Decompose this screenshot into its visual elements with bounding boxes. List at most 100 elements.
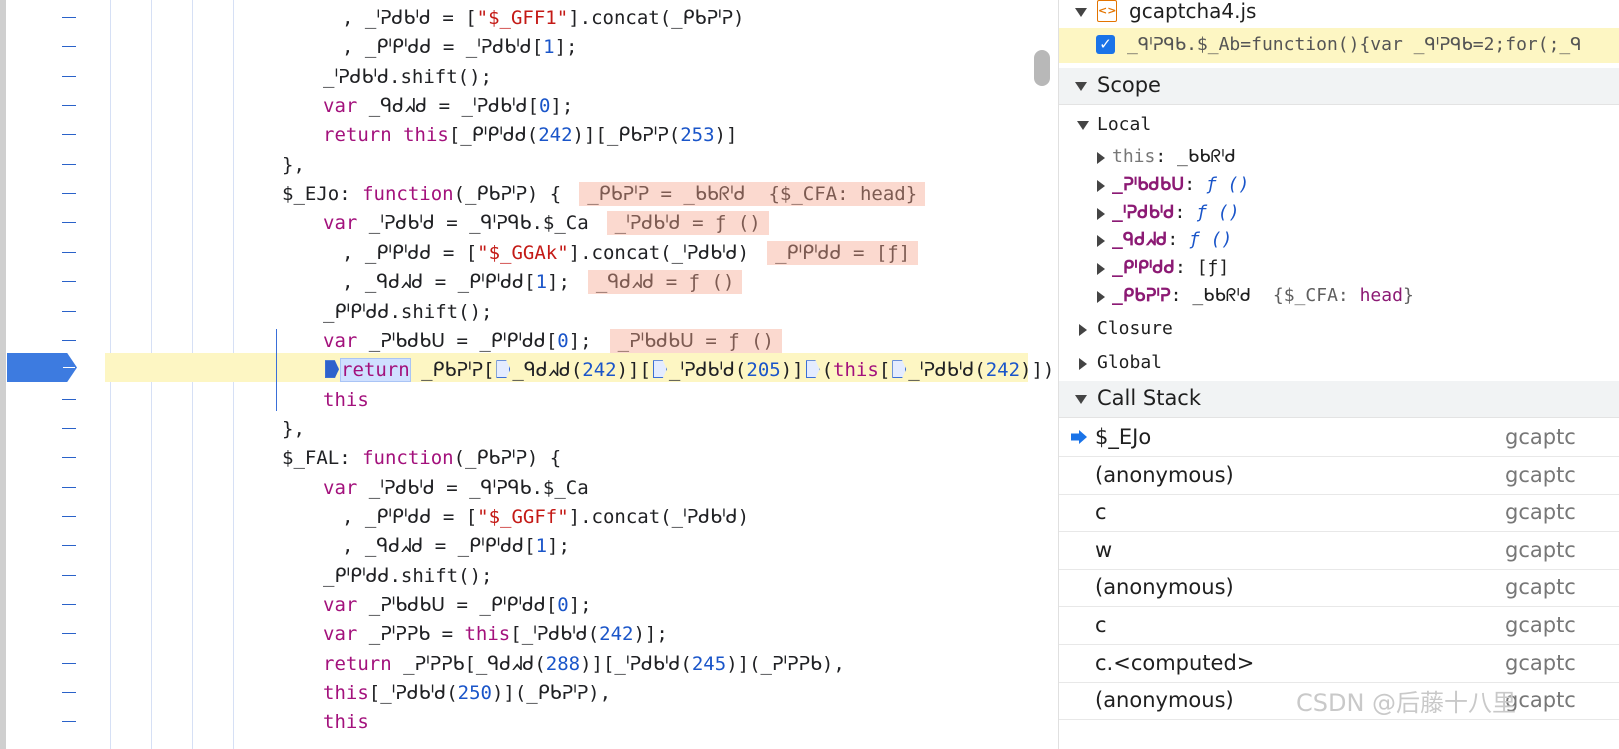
- inline-breakpoint-icon[interactable]: [652, 360, 667, 379]
- code-line: , _ᑫᑯᖽᑯ = _ᑭᑊᑭᑊᑯᑯ[1];: [0, 531, 1058, 560]
- scope-closure-row[interactable]: Closure: [1059, 316, 1619, 344]
- call-stack-frame[interactable]: c gcaptc: [1059, 607, 1619, 645]
- editor-scrollbar-thumb[interactable]: [1034, 50, 1050, 86]
- code-line: var _ᑊᕈᑯᑲᑊᑯ = _ᑫᑊᕈᑫᑲ.$_Ca _ᑊᕈᑯᑲᑊᑯ = ƒ (): [0, 208, 1058, 237]
- frame-location[interactable]: gcaptc: [1505, 500, 1576, 524]
- breakpoint-entry[interactable]: ✓ _ᑫᑊᕈᑫᑲ.$_Ab=function(){var _ᑫᑊᕈᑫᑲ=2;fo…: [1059, 28, 1619, 63]
- line-gutter-marker[interactable]: [62, 692, 76, 694]
- line-gutter-marker[interactable]: [62, 222, 76, 224]
- scope-variable-row[interactable]: _ᑫᑯᖽᑯ: ƒ (): [1059, 227, 1619, 255]
- inline-breakpoint-icon[interactable]: [805, 360, 820, 379]
- code-line: return this[_ᑭᑊᑭᑊᑯᑯ(242)][_ᑭᑲᕈᑊᕈ(253)]: [0, 120, 1058, 149]
- scope-global-row[interactable]: Global: [1059, 350, 1619, 378]
- inline-breakpoint-icon[interactable]: [892, 360, 907, 379]
- variable-separator: :: [1167, 229, 1190, 251]
- call-stack-frame[interactable]: (anonymous) gcaptc: [1059, 457, 1619, 495]
- line-gutter-marker[interactable]: [62, 515, 76, 517]
- line-gutter-marker[interactable]: [62, 398, 76, 400]
- line-gutter-marker[interactable]: [62, 339, 76, 341]
- line-gutter-marker[interactable]: [62, 75, 76, 77]
- line-gutter-marker[interactable]: [62, 105, 76, 107]
- line-gutter-marker[interactable]: [62, 486, 76, 488]
- scope-section-header[interactable]: Scope: [1059, 68, 1619, 105]
- line-gutter-marker[interactable]: [62, 134, 76, 136]
- expand-arrow-icon[interactable]: [1097, 152, 1105, 164]
- code-token: 245: [691, 652, 727, 675]
- call-stack-frame[interactable]: w gcaptc: [1059, 532, 1619, 570]
- variable-value: ƒ (): [1196, 201, 1240, 223]
- expand-arrow-icon[interactable]: [1097, 263, 1105, 276]
- code-line: },: [0, 414, 1058, 443]
- code-token: 242: [599, 623, 634, 646]
- code-token: _ᑊᕈᑯᑲᑊᑯ.shift();: [323, 65, 492, 88]
- expand-arrow-icon[interactable]: [1079, 324, 1087, 336]
- preview-value: head: [1359, 285, 1403, 306]
- frame-location[interactable]: gcaptc: [1505, 651, 1576, 675]
- expand-arrow-icon[interactable]: [1097, 235, 1105, 248]
- line-gutter-marker[interactable]: [62, 604, 76, 605]
- frame-location[interactable]: gcaptc: [1505, 613, 1576, 637]
- line-gutter-marker[interactable]: [62, 193, 76, 195]
- code-token: this: [323, 711, 369, 734]
- scope-local-header[interactable]: Local: [1059, 112, 1619, 140]
- code-text: this: [323, 388, 369, 412]
- frame-location[interactable]: gcaptc: [1505, 575, 1576, 599]
- frame-location[interactable]: gcaptc: [1505, 425, 1576, 449]
- call-stack-frame[interactable]: c.<computed> gcaptc: [1059, 645, 1619, 683]
- line-gutter-marker[interactable]: [62, 163, 76, 165]
- line-gutter-marker[interactable]: [62, 662, 76, 664]
- collapse-arrow-icon[interactable]: [1077, 121, 1089, 130]
- line-gutter-marker[interactable]: [62, 574, 76, 576]
- frame-location[interactable]: gcaptc: [1505, 538, 1576, 562]
- call-stack-section-header[interactable]: Call Stack: [1059, 381, 1619, 418]
- code-text: },: [282, 417, 305, 441]
- expand-arrow-icon[interactable]: [1079, 358, 1087, 370]
- code-editor[interactable]: , _ᑊᕈᑯᑲᑊᑯ = ["$_GFF1"].concat(_ᑭᑲᕈᑊᕈ) , _…: [0, 0, 1058, 749]
- expand-arrow-icon[interactable]: [1097, 291, 1105, 303]
- inline-breakpoint-icon[interactable]: [325, 360, 339, 379]
- line-gutter-marker[interactable]: [62, 633, 76, 635]
- expand-arrow-icon[interactable]: [1097, 179, 1105, 192]
- collapse-arrow-icon[interactable]: [1075, 82, 1087, 91]
- frame-location[interactable]: gcaptc: [1505, 463, 1576, 487]
- line-gutter-marker[interactable]: [62, 281, 76, 283]
- inline-breakpoint-icon[interactable]: [496, 360, 511, 379]
- line-gutter-marker[interactable]: [62, 251, 76, 253]
- call-stack-frame-current[interactable]: $_EJo gcaptc: [1059, 419, 1619, 457]
- collapse-arrow-icon[interactable]: [1075, 395, 1087, 404]
- call-stack-frame[interactable]: (anonymous) gcaptc: [1059, 569, 1619, 608]
- variable-name: _ᑫᑯᖽᑯ: [1112, 229, 1168, 251]
- variable-separator: :: [1170, 285, 1193, 306]
- inline-value-annotation: _ᑭᑲᕈᑊᕈ = _ᑲᑲᖇᑊᑯ {$_CFA: head}: [579, 182, 926, 207]
- scope-variable-row[interactable]: _ᑭᑲᕈᑊᕈ: _ᑲᑲᖇᑊᑯ {$_CFA: head}: [1059, 283, 1619, 311]
- frame-function-name: c.<computed>: [1095, 650, 1255, 675]
- expand-arrow-icon[interactable]: [1097, 207, 1105, 220]
- code-line: , _ᑊᕈᑯᑲᑊᑯ = ["$_GFF1"].concat(_ᑭᑲᕈᑊᕈ): [0, 3, 1058, 32]
- breakpoint-file-row[interactable]: <> gcaptcha4.js: [1059, 0, 1619, 27]
- line-gutter-marker[interactable]: [62, 545, 76, 547]
- line-gutter-marker[interactable]: [62, 721, 76, 723]
- code-token: [_ᑊᕈᑯᑲᑊᑯ(: [510, 623, 600, 646]
- line-gutter-marker[interactable]: [62, 310, 76, 312]
- code-token: this: [833, 359, 879, 382]
- code-token: )](_ᕈᑊᕈᕈᑲ),: [726, 652, 845, 675]
- scope-variable-row[interactable]: _ᑊᕈᑯᑲᑊᑯ: ƒ (): [1059, 200, 1619, 228]
- call-stack-frame[interactable]: c gcaptc: [1059, 494, 1619, 533]
- line-gutter-marker[interactable]: [62, 427, 76, 429]
- code-token: function: [362, 183, 454, 206]
- code-token: return: [323, 652, 404, 675]
- scope-variable-row[interactable]: _ᕈᑊᑲᑯᑲᑌ: ƒ (): [1059, 172, 1619, 200]
- line-gutter-marker[interactable]: [62, 46, 76, 48]
- code-line: , _ᑭᑊᑭᑊᑯᑯ = ["$_GGAk"].concat(_ᑊᕈᑯᑲᑊᑯ) _ᑭ…: [0, 238, 1058, 267]
- scope-variable-row[interactable]: _ᑭᑊᑭᑊᑯᑯ: [ƒ]: [1059, 255, 1619, 283]
- scope-variable-row[interactable]: this: _ᑲᑲᖇᑊᑯ: [1059, 144, 1619, 172]
- code-text: $_FAL: function(_ᑭᑲᕈᑊᕈ) {: [282, 446, 561, 470]
- code-text: , _ᑫᑯᖽᑯ = _ᑭᑊᑭᑊᑯᑯ[1];: [342, 534, 570, 558]
- watermark: CSDN @后藤十八里: [1296, 689, 1517, 717]
- line-gutter-marker[interactable]: [62, 17, 76, 18]
- line-gutter-marker[interactable]: [62, 457, 76, 459]
- collapse-arrow-icon[interactable]: [1075, 8, 1087, 17]
- inline-value-annotation: _ᑭᑊᑭᑊᑯᑯ = [ƒ]: [767, 240, 919, 265]
- code-token: var: [323, 623, 369, 646]
- breakpoint-checkbox[interactable]: ✓: [1096, 35, 1115, 54]
